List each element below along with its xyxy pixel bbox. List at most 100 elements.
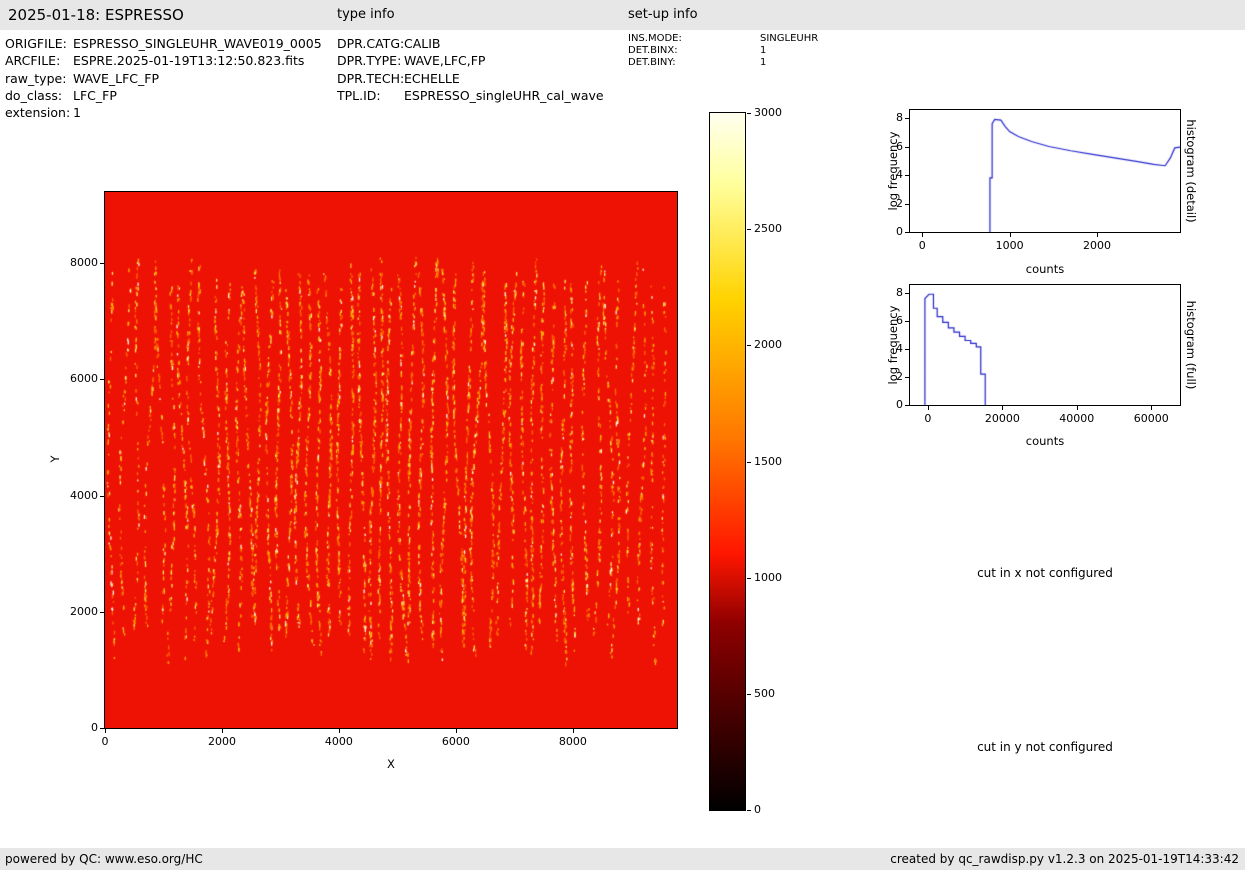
info-label: ARCFILE: — [5, 52, 73, 69]
info-row: INS.MODE:SINGLEUHR — [628, 33, 818, 45]
x-tick-mark — [1097, 233, 1098, 237]
info-value: ESPRESSO_singleUHR_cal_wave — [404, 87, 604, 104]
raw-image-axes — [104, 191, 678, 729]
colorbar-tick-label: 2500 — [754, 222, 798, 235]
y-tick-mark — [100, 728, 104, 729]
x-tick-label: 40000 — [1047, 412, 1107, 425]
info-row: DPR.TECH:ECHELLE — [337, 70, 604, 87]
info-row: ORIGFILE:ESPRESSO_SINGLEUHR_WAVE019_0005 — [5, 35, 322, 52]
qc-report-page: 2025-01-18: ESPRESSO type info set-up in… — [0, 0, 1245, 870]
y-tick-mark — [905, 405, 909, 406]
x-tick-mark — [1077, 406, 1078, 410]
info-label: DET.BINY: — [628, 57, 760, 69]
colorbar-tick-mark — [747, 694, 751, 695]
y-tick-label: 6 — [861, 140, 903, 153]
y-tick-mark — [905, 321, 909, 322]
y-tick-label: 2000 — [56, 605, 98, 618]
x-tick-label: 1000 — [980, 239, 1040, 252]
y-tick-label: 0 — [56, 721, 98, 734]
y-tick-label: 2 — [861, 197, 903, 210]
footer-left-text: powered by QC: www.eso.org/HC — [5, 848, 203, 870]
colorbar-tick-label: 500 — [754, 687, 798, 700]
info-row: TPL.ID:ESPRESSO_singleUHR_cal_wave — [337, 87, 604, 104]
x-tick-label: 0 — [75, 735, 135, 748]
info-label: ORIGFILE: — [5, 35, 73, 52]
histogram-detail-x-label: counts — [910, 262, 1180, 276]
y-tick-mark — [100, 379, 104, 380]
info-value: 1 — [760, 57, 766, 69]
y-tick-mark — [905, 349, 909, 350]
colorbar-tick-label: 0 — [754, 803, 798, 816]
colorbar-tick-label: 1500 — [754, 455, 798, 468]
y-tick-label: 2 — [861, 370, 903, 383]
info-row: DET.BINX:1 — [628, 45, 818, 57]
x-tick-label: 0 — [898, 412, 958, 425]
x-tick-mark — [573, 729, 574, 733]
colorbar-tick-label: 1000 — [754, 571, 798, 584]
x-tick-mark — [339, 729, 340, 733]
y-tick-mark — [905, 232, 909, 233]
info-label: DPR.TECH: — [337, 70, 404, 87]
y-tick-label: 4000 — [56, 489, 98, 502]
histogram-full-axes — [909, 284, 1181, 406]
info-row: DPR.CATG:CALIB — [337, 35, 604, 52]
info-row: extension:1 — [5, 104, 322, 121]
info-label: raw_type: — [5, 70, 73, 87]
y-tick-mark — [905, 175, 909, 176]
info-value: CALIB — [404, 35, 441, 52]
info-value: 1 — [760, 45, 766, 57]
x-tick-mark — [928, 406, 929, 410]
page-title: 2025-01-18: ESPRESSO — [8, 0, 184, 30]
x-tick-label: 2000 — [1067, 239, 1127, 252]
info-label: extension: — [5, 104, 73, 121]
type-info-block: DPR.CATG:CALIBDPR.TYPE:WAVE,LFC,FPDPR.TE… — [337, 35, 604, 104]
info-label: DPR.TYPE: — [337, 52, 404, 69]
y-tick-mark — [905, 377, 909, 378]
colorbar — [709, 112, 746, 811]
y-tick-mark — [905, 204, 909, 205]
x-tick-mark — [105, 729, 106, 733]
info-value: WAVE,LFC,FP — [404, 52, 485, 69]
y-tick-label: 8 — [861, 286, 903, 299]
x-tick-label: 4000 — [309, 735, 369, 748]
setup-info-heading: set-up info — [628, 0, 698, 30]
cut-y-message: cut in y not configured — [935, 740, 1155, 754]
raw-image-canvas — [105, 192, 677, 728]
info-label: do_class: — [5, 87, 73, 104]
colorbar-tick-mark — [747, 810, 751, 811]
y-tick-mark — [100, 612, 104, 613]
x-tick-label: 8000 — [543, 735, 603, 748]
info-value: SINGLEUHR — [760, 33, 818, 45]
histogram-full-title: histogram (full) — [1184, 282, 1198, 408]
x-tick-mark — [222, 729, 223, 733]
x-tick-mark — [922, 233, 923, 237]
y-tick-label: 8 — [861, 111, 903, 124]
colorbar-tick-mark — [747, 462, 751, 463]
colorbar-gradient — [710, 113, 745, 810]
info-label: INS.MODE: — [628, 33, 760, 45]
info-label: DPR.CATG: — [337, 35, 404, 52]
colorbar-tick-mark — [747, 229, 751, 230]
y-tick-mark — [905, 118, 909, 119]
file-info-block: ORIGFILE:ESPRESSO_SINGLEUHR_WAVE019_0005… — [5, 35, 322, 121]
histogram-detail-title: histogram (detail) — [1184, 108, 1198, 234]
y-tick-label: 6 — [861, 314, 903, 327]
y-tick-mark — [100, 496, 104, 497]
y-tick-label: 0 — [861, 398, 903, 411]
histogram-full-canvas — [910, 285, 1180, 405]
footer-bar: powered by QC: www.eso.org/HC created by… — [0, 848, 1245, 870]
x-tick-mark — [456, 729, 457, 733]
colorbar-tick-mark — [747, 345, 751, 346]
colorbar-tick-label: 2000 — [754, 338, 798, 351]
cut-x-message: cut in x not configured — [935, 566, 1155, 580]
info-row: DPR.TYPE:WAVE,LFC,FP — [337, 52, 604, 69]
histogram-full-x-label: counts — [910, 434, 1180, 448]
info-value: LFC_FP — [73, 87, 117, 104]
x-tick-mark — [1002, 406, 1003, 410]
info-label: DET.BINX: — [628, 45, 760, 57]
colorbar-tick-label: 3000 — [754, 106, 798, 119]
header-bar: 2025-01-18: ESPRESSO type info set-up in… — [0, 0, 1245, 30]
x-tick-label: 0 — [892, 239, 952, 252]
y-tick-label: 4 — [861, 342, 903, 355]
colorbar-tick-mark — [747, 113, 751, 114]
